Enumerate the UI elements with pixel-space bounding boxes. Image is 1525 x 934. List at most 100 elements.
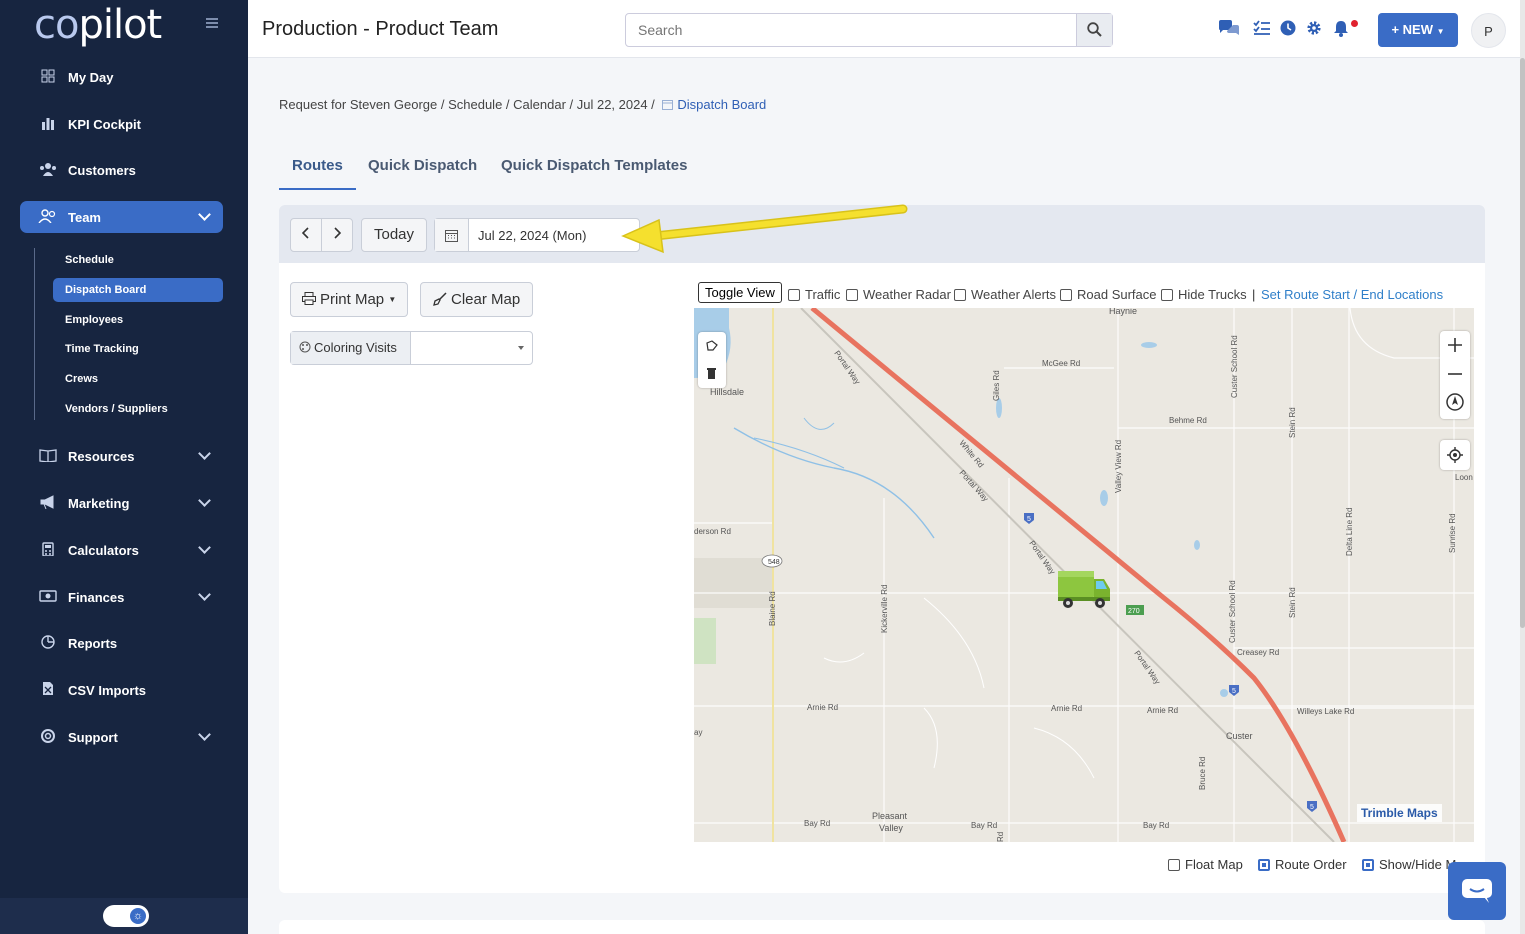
- toggle-view-button[interactable]: Toggle View: [698, 282, 782, 303]
- nav-team[interactable]: Team: [20, 201, 223, 233]
- nav-label: KPI Cockpit: [68, 116, 141, 132]
- map-label: 548: [768, 559, 780, 566]
- road-surface-checkbox[interactable]: Road Surface: [1060, 287, 1157, 302]
- search-input[interactable]: [626, 14, 1066, 46]
- next-day-button[interactable]: [321, 218, 353, 252]
- broom-icon: [432, 292, 447, 306]
- sidebar-item-dispatch-board[interactable]: Dispatch Board: [53, 278, 223, 302]
- truck-icon[interactable]: [1056, 567, 1112, 616]
- nav-calculators[interactable]: Calculators: [20, 534, 223, 566]
- clear-map-button[interactable]: Clear Map: [420, 282, 533, 317]
- chat-icon[interactable]: [1218, 20, 1240, 41]
- nav-finances[interactable]: Finances: [20, 581, 223, 613]
- traffic-checkbox[interactable]: Traffic: [788, 287, 840, 302]
- hide-trucks-checkbox[interactable]: Hide Trucks: [1161, 287, 1247, 302]
- chat-support-button[interactable]: [1448, 862, 1506, 920]
- nav-csv-imports[interactable]: CSV Imports: [20, 674, 223, 706]
- pie-chart-icon: [38, 634, 58, 653]
- locate-me-button[interactable]: [1440, 440, 1470, 470]
- notifications-bell-icon[interactable]: [1333, 20, 1349, 42]
- sidebar-item-vendors[interactable]: Vendors / Suppliers: [53, 397, 223, 421]
- trash-icon[interactable]: [706, 367, 717, 385]
- print-map-button[interactable]: Print Map ▼: [290, 282, 408, 317]
- map-label: Kickerville Rd: [880, 585, 889, 633]
- show-hide-option[interactable]: Show/Hide M: [1362, 857, 1456, 872]
- sidebar-item-employees[interactable]: Employees: [53, 308, 223, 332]
- sidebar-item-schedule[interactable]: Schedule: [53, 248, 223, 272]
- nav-resources[interactable]: Resources: [20, 440, 223, 472]
- avatar[interactable]: P: [1471, 13, 1506, 48]
- tab-quick-dispatch-templates[interactable]: Quick Dispatch Templates: [501, 157, 687, 190]
- settings-gear-icon[interactable]: [1306, 20, 1322, 41]
- date-picker[interactable]: Jul 22, 2024 (Mon): [434, 218, 640, 252]
- weather-alerts-checkbox[interactable]: Weather Alerts: [954, 287, 1056, 302]
- nav-marketing[interactable]: Marketing: [20, 487, 223, 519]
- today-button[interactable]: Today: [361, 218, 427, 252]
- nav-label: Customers: [68, 162, 136, 178]
- sidebar-item-time-tracking[interactable]: Time Tracking: [53, 337, 223, 361]
- hamburger-menu-icon[interactable]: [206, 16, 218, 32]
- page-scrollbar[interactable]: [1520, 0, 1525, 934]
- breadcrumb-current[interactable]: Dispatch Board: [658, 97, 766, 112]
- palette-icon: [299, 341, 311, 353]
- map-label: Stein Rd: [1288, 407, 1297, 438]
- nav-customers[interactable]: Customers: [20, 154, 223, 186]
- tasks-icon[interactable]: [1253, 20, 1271, 41]
- map-label: Loon: [1455, 473, 1473, 482]
- float-map-option[interactable]: Float Map: [1168, 857, 1243, 872]
- coloring-visits-label: Coloring Visits: [291, 332, 411, 364]
- map-label: Stein Rd: [1288, 587, 1297, 618]
- nav-my-day[interactable]: My Day: [20, 61, 223, 93]
- copilot-logo[interactable]: copilot: [34, 2, 162, 48]
- map-label: Delta Line Rd: [1345, 508, 1354, 556]
- coloring-visits-select[interactable]: Coloring Visits: [290, 331, 533, 365]
- nav-label: Resources: [68, 448, 135, 464]
- nav-label: Reports: [68, 635, 118, 651]
- route-order-option[interactable]: Route Order: [1258, 857, 1347, 872]
- users-icon: [38, 162, 58, 179]
- zoom-out-icon[interactable]: [1448, 367, 1462, 386]
- map-label: Blaine Rd: [768, 591, 777, 626]
- page-title: Production - Product Team: [262, 18, 499, 40]
- scrollbar-thumb[interactable]: [1520, 58, 1525, 628]
- sidebar-footer: ☼: [0, 898, 248, 934]
- new-button[interactable]: + NEW ▼: [1378, 13, 1458, 47]
- prev-day-button[interactable]: [290, 218, 322, 252]
- nav-label: Marketing: [68, 495, 130, 511]
- nav-label: My Day: [68, 69, 114, 85]
- breadcrumb-path[interactable]: Request for Steven George / Schedule / C…: [279, 97, 658, 112]
- calendar-icon: [662, 100, 674, 110]
- lasso-icon[interactable]: [705, 339, 719, 358]
- annotation-arrow: [621, 204, 908, 254]
- map-label: Custer School Rd: [1230, 335, 1239, 398]
- dropdown-caret-icon: [518, 346, 524, 350]
- draw-tools: [698, 332, 726, 388]
- map-label: Haynie: [1109, 308, 1137, 316]
- theme-toggle[interactable]: ☼: [103, 905, 149, 927]
- zoom-in-icon[interactable]: [1448, 338, 1462, 357]
- chevron-down-icon: [198, 728, 211, 741]
- lower-card: [279, 920, 1485, 934]
- map-view[interactable]: 548 270 5 5 5 Hillsdale Haynie McGee Rd …: [694, 308, 1474, 842]
- search-button[interactable]: [1076, 14, 1112, 46]
- map-label: Giles Rd: [992, 370, 1001, 401]
- compass-icon[interactable]: [1446, 393, 1464, 416]
- breadcrumb: Request for Steven George / Schedule / C…: [279, 97, 766, 112]
- set-route-locations-link[interactable]: Set Route Start / End Locations: [1261, 287, 1443, 302]
- sidebar: copilot My Day KPI Cockpit Customers Tea…: [0, 0, 248, 934]
- sidebar-item-crews[interactable]: Crews: [53, 367, 223, 391]
- separator: |: [1252, 287, 1256, 302]
- map-label: Arnie Rd: [1147, 706, 1178, 715]
- nav-reports[interactable]: Reports: [20, 627, 223, 659]
- top-bar: Production - Product Team + NEW ▼ P: [248, 0, 1525, 58]
- map-label: 270: [1128, 608, 1140, 615]
- map-label: Behme Rd: [1169, 416, 1207, 425]
- tab-routes[interactable]: Routes: [279, 157, 356, 190]
- weather-radar-checkbox[interactable]: Weather Radar: [846, 287, 951, 302]
- map-label: Bay Rd: [1143, 821, 1169, 830]
- clock-icon[interactable]: [1280, 20, 1296, 41]
- nav-support[interactable]: Support: [20, 721, 223, 753]
- tab-quick-dispatch[interactable]: Quick Dispatch: [368, 157, 477, 190]
- nav-kpi-cockpit[interactable]: KPI Cockpit: [20, 108, 223, 140]
- chevron-down-icon: [198, 588, 211, 601]
